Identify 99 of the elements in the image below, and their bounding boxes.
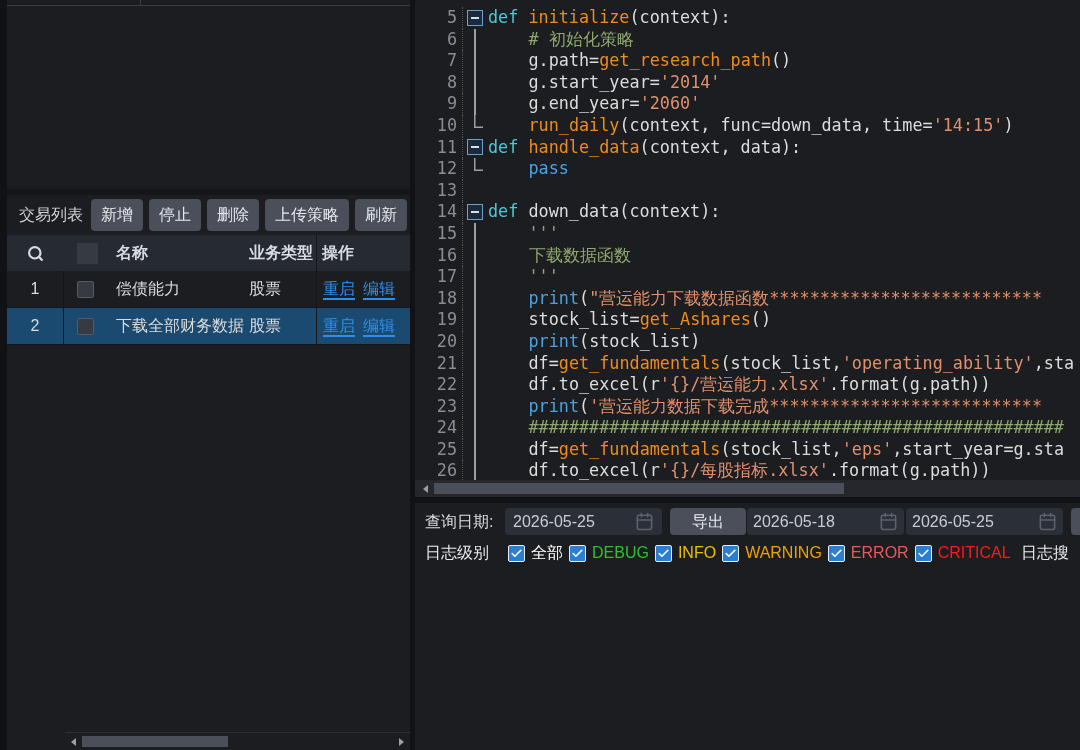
- table-cell: 下载全部财务数据: [116, 317, 244, 334]
- line-number: 10: [436, 114, 457, 135]
- code-line: df.to_excel(r'{}/每股指标.xlsx'.format(g.path)): [527, 460, 991, 480]
- check-icon: [916, 546, 930, 560]
- line-number: 17: [436, 266, 457, 287]
- line-number: 22: [436, 374, 457, 395]
- level-checkbox[interactable]: [914, 544, 932, 562]
- export-button[interactable]: 导出: [670, 508, 746, 535]
- level-checkbox[interactable]: [722, 544, 740, 562]
- code-line: def initialize(context):: [488, 7, 731, 29]
- code-line: def handle_data(context, data):: [488, 136, 802, 159]
- toolbar-title: 交易列表: [19, 205, 83, 225]
- code-line: pass: [527, 158, 569, 180]
- table-cell: 股票: [249, 280, 281, 297]
- column-header[interactable]: 名称: [116, 244, 148, 261]
- toolbar-button[interactable]: 刷新: [355, 199, 407, 231]
- code-line: stock_list=get_Ashares(): [527, 309, 771, 331]
- code-line: ''': [527, 266, 559, 288]
- check-icon: [510, 546, 523, 560]
- log-level-label: 日志级别: [425, 543, 490, 563]
- line-number: 24: [436, 417, 457, 438]
- line-number: 16: [436, 244, 457, 265]
- code-line: run_daily(context, func=down_data, time='14:15'): [527, 114, 1014, 137]
- level-checkbox[interactable]: [654, 544, 672, 562]
- line-number: 7: [446, 50, 457, 71]
- table-row[interactable]: 2 下载全部财务数据 股票 重启 编辑: [7, 308, 410, 345]
- line-number: 8: [446, 71, 457, 92]
- code-line: g.end_year='2060': [527, 93, 701, 115]
- line-number: 11: [436, 136, 457, 157]
- date-field[interactable]: 2026-05-25: [505, 508, 662, 535]
- code-line: # 初始化策略: [527, 28, 634, 51]
- action-link[interactable]: 重启: [323, 277, 355, 301]
- line-number: 5: [446, 7, 457, 27]
- code-line: 下载数据函数: [527, 244, 631, 267]
- level-checkbox[interactable]: [827, 544, 845, 562]
- line-number: 15: [436, 222, 457, 243]
- column-header[interactable]: 业务类型: [249, 244, 313, 261]
- level-label[interactable]: CRITICAL: [937, 541, 1011, 565]
- table-row[interactable]: 1 偿债能力 股票 重启 编辑: [7, 271, 410, 308]
- fold-end-icon: [474, 158, 483, 172]
- code-line: g.path=get_research_path(): [527, 50, 792, 72]
- row-number: 2: [30, 316, 40, 336]
- line-number: 13: [436, 179, 457, 200]
- line-number: 25: [436, 438, 457, 459]
- line-number: 23: [436, 395, 457, 416]
- row-checkbox[interactable]: [77, 317, 94, 335]
- scrollbar-thumb[interactable]: [82, 736, 228, 747]
- column-header[interactable]: 操作: [322, 241, 354, 265]
- table-cell: 偿债能力: [116, 280, 180, 297]
- line-number: 9: [446, 93, 457, 114]
- code-line: def down_data(context):: [488, 201, 721, 223]
- check-icon: [571, 546, 584, 560]
- line-number: 20: [436, 330, 457, 351]
- code-line: print("营运能力下载数据函数***************************: [527, 287, 1043, 310]
- scrollbar-thumb[interactable]: [434, 483, 844, 494]
- code-line: ''': [527, 222, 559, 245]
- code-line: print('营运能力数据下载完成***************************: [527, 395, 1043, 418]
- row-number: 1: [30, 279, 40, 299]
- code-line: df=get_fundamentals(stock_list,'operating_ability',sta: [527, 352, 1075, 375]
- scroll-right-icon[interactable]: [399, 737, 404, 746]
- toolbar-button[interactable]: 新增: [91, 199, 143, 231]
- line-number: 19: [436, 309, 457, 330]
- collapse-icon[interactable]: [467, 204, 483, 221]
- line-number: 18: [436, 287, 457, 308]
- code-line: g.start_year='2014': [527, 71, 721, 94]
- line-number: 26: [436, 460, 457, 480]
- date-field[interactable]: 2026-05-25: [906, 508, 1063, 535]
- code-line: #####################################################: [527, 417, 1064, 439]
- code-line: print(stock_list): [527, 330, 701, 353]
- scroll-left-icon[interactable]: [71, 737, 76, 746]
- collapse-icon[interactable]: [467, 9, 483, 26]
- level-label[interactable]: INFO: [677, 541, 717, 565]
- line-number: 14: [436, 201, 457, 222]
- toolbar-button[interactable]: 删除: [207, 199, 259, 231]
- row-checkbox[interactable]: [77, 280, 94, 298]
- level-label[interactable]: DEBUG: [592, 541, 649, 565]
- toolbar-button[interactable]: 上传策略: [265, 199, 349, 231]
- check-icon: [829, 546, 843, 560]
- level-checkbox[interactable]: [508, 544, 525, 562]
- table-cell: 股票: [249, 317, 281, 334]
- toolbar-button[interactable]: 停止: [149, 199, 201, 231]
- search-icon[interactable]: [27, 244, 44, 262]
- level-label[interactable]: WARNING: [745, 541, 822, 565]
- check-icon: [656, 546, 670, 560]
- line-number: 21: [436, 352, 457, 373]
- line-number: 6: [446, 28, 457, 49]
- scroll-left-icon[interactable]: [423, 484, 428, 493]
- level-label[interactable]: 全部: [531, 541, 563, 565]
- level-checkbox[interactable]: [569, 544, 586, 562]
- query-date-label: 查询日期:: [425, 511, 495, 532]
- check-icon: [724, 546, 738, 560]
- code-line: df=get_fundamentals(stock_list,'eps',start_year=g.sta: [527, 438, 1064, 461]
- action-link[interactable]: 编辑: [363, 277, 395, 301]
- line-number: 12: [436, 158, 457, 179]
- date-field[interactable]: 2026-05-18: [747, 508, 904, 535]
- level-label[interactable]: ERROR: [850, 541, 909, 565]
- log-search-label: 日志搜: [1020, 543, 1069, 563]
- collapse-icon[interactable]: [467, 139, 483, 156]
- code-line: df.to_excel(r'{}/营运能力.xlsx'.format(g.path)): [527, 374, 991, 396]
